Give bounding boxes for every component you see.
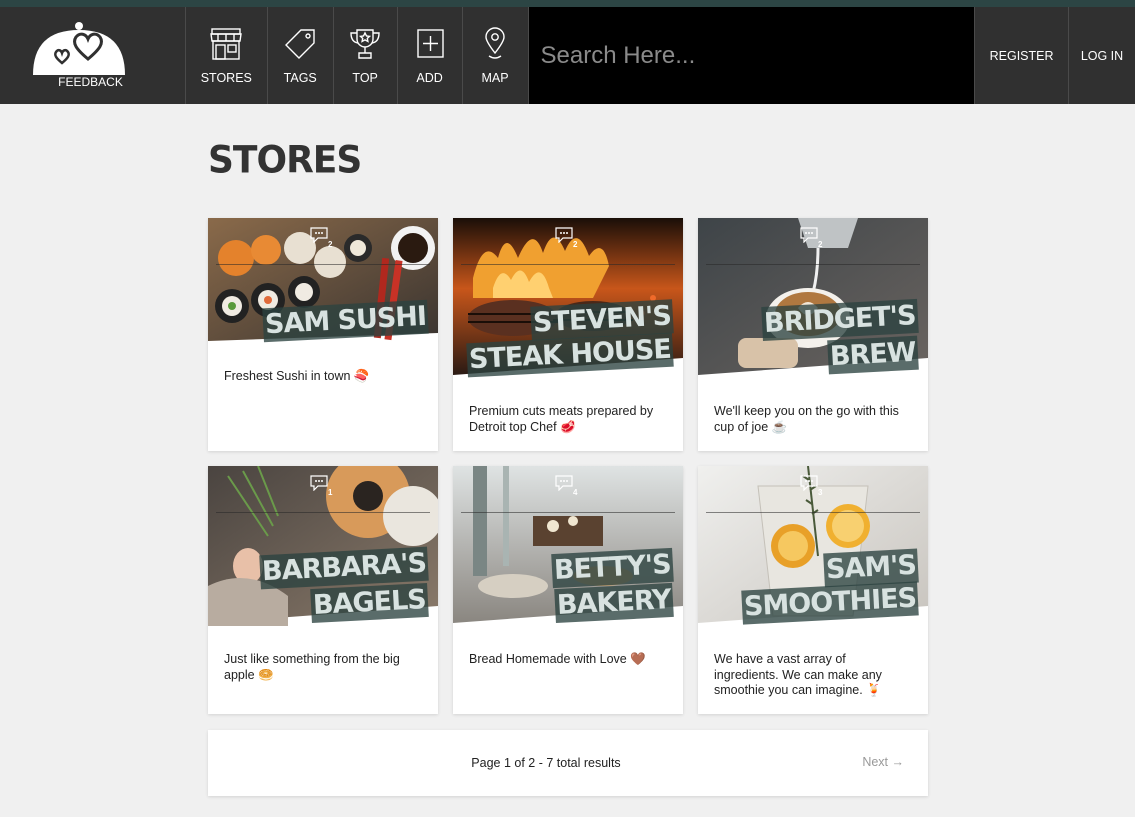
page-title: STORES	[208, 138, 362, 183]
comment-count[interactable]: 2	[555, 227, 577, 249]
comment-count-value: 2	[573, 240, 578, 249]
store-card[interactable]: 2 SAM SUSHI Freshest Sushi in town 🍣	[208, 218, 438, 451]
divider	[216, 264, 430, 265]
search-bar	[528, 7, 975, 104]
comment-count-value: 4	[573, 488, 578, 497]
nav-stores-label: STORES	[200, 71, 252, 85]
store-description: Bread Homemade with Love 🤎	[469, 652, 646, 666]
comment-count-value: 1	[328, 488, 333, 497]
comment-count-value: 3	[818, 488, 823, 497]
cloche-heart-icon	[33, 22, 125, 75]
nav-stores[interactable]: STORES	[186, 7, 268, 104]
comment-count[interactable]: 2	[800, 227, 822, 249]
comment-count[interactable]: 4	[555, 475, 577, 497]
comment-count[interactable]: 2	[310, 227, 332, 249]
store-description: Premium cuts meats prepared by Detroit t…	[469, 404, 654, 434]
search-input[interactable]	[540, 41, 961, 70]
store-card[interactable]: 2 BRIDGET'S BREW We'll keep you on the g…	[698, 218, 928, 451]
store-card[interactable]: 1 BARBARA'S BAGELS Just like something f…	[208, 466, 438, 714]
register-link[interactable]: REGISTER	[974, 7, 1068, 104]
store-name-line-2[interactable]: BREW	[827, 335, 919, 375]
next-page-link[interactable]: Next →	[862, 755, 904, 769]
comment-icon	[555, 227, 573, 243]
store-description: Freshest Sushi in town 🍣	[224, 369, 370, 383]
nav-map[interactable]: MAP	[463, 7, 529, 104]
nav-map-label: MAP	[481, 71, 509, 85]
store-description: Just like something from the big apple 🥯	[224, 652, 400, 682]
store-name-line-1[interactable]: BETTY'S	[551, 547, 674, 589]
map-pin-icon	[478, 27, 512, 61]
comment-count-value: 2	[818, 240, 823, 249]
comment-icon	[555, 475, 573, 491]
comment-count-value: 2	[328, 240, 333, 249]
login-link[interactable]: LOG IN	[1068, 7, 1135, 104]
comment-icon	[310, 227, 328, 243]
store-description: We'll keep you on the go with this cup o…	[714, 404, 899, 434]
divider	[706, 264, 920, 265]
store-name-line-2[interactable]: BAKERY	[554, 582, 674, 624]
nav-tags-label: TAGS	[283, 71, 317, 85]
comment-icon	[800, 475, 818, 491]
nav-add-label: ADD	[416, 71, 443, 85]
logo-text: FEEDBACK	[58, 75, 123, 89]
store-description: We have a vast array of ingredients. We …	[714, 652, 882, 697]
store-icon	[209, 27, 243, 61]
divider	[461, 264, 675, 265]
pagination: Page 1 of 2 - 7 total results Next →	[208, 730, 928, 796]
store-card[interactable]: 2 STEVEN'S STEAK HOUSE Premium cuts meat…	[453, 218, 683, 451]
add-icon	[413, 27, 447, 61]
divider	[706, 512, 920, 513]
top-accent-bar	[0, 0, 1135, 7]
store-name-line-2[interactable]: BAGELS	[310, 582, 429, 624]
store-card[interactable]: 4 BETTY'S BAKERY Bread Homemade with Lov…	[453, 466, 683, 714]
trophy-icon	[348, 27, 382, 61]
nav-top[interactable]: TOP	[334, 7, 398, 104]
comment-icon	[800, 227, 818, 243]
nav-tags[interactable]: TAGS	[268, 7, 334, 104]
divider	[461, 512, 675, 513]
divider	[216, 512, 430, 513]
store-card[interactable]: 3 SAM'S SMOOTHIES We have a vast array o…	[698, 466, 928, 714]
nav-add[interactable]: ADD	[398, 7, 463, 104]
comment-icon	[310, 475, 328, 491]
top-nav: FEEDBACK STORES TAGS TOP ADD MAP Search …	[0, 7, 1135, 104]
comment-count[interactable]: 1	[310, 475, 332, 497]
pagination-info: Page 1 of 2 - 7 total results	[471, 756, 621, 770]
comment-count[interactable]: 3	[800, 475, 822, 497]
nav-top-label: TOP	[352, 71, 378, 85]
logo[interactable]: FEEDBACK	[0, 7, 186, 104]
tag-icon	[283, 27, 317, 61]
